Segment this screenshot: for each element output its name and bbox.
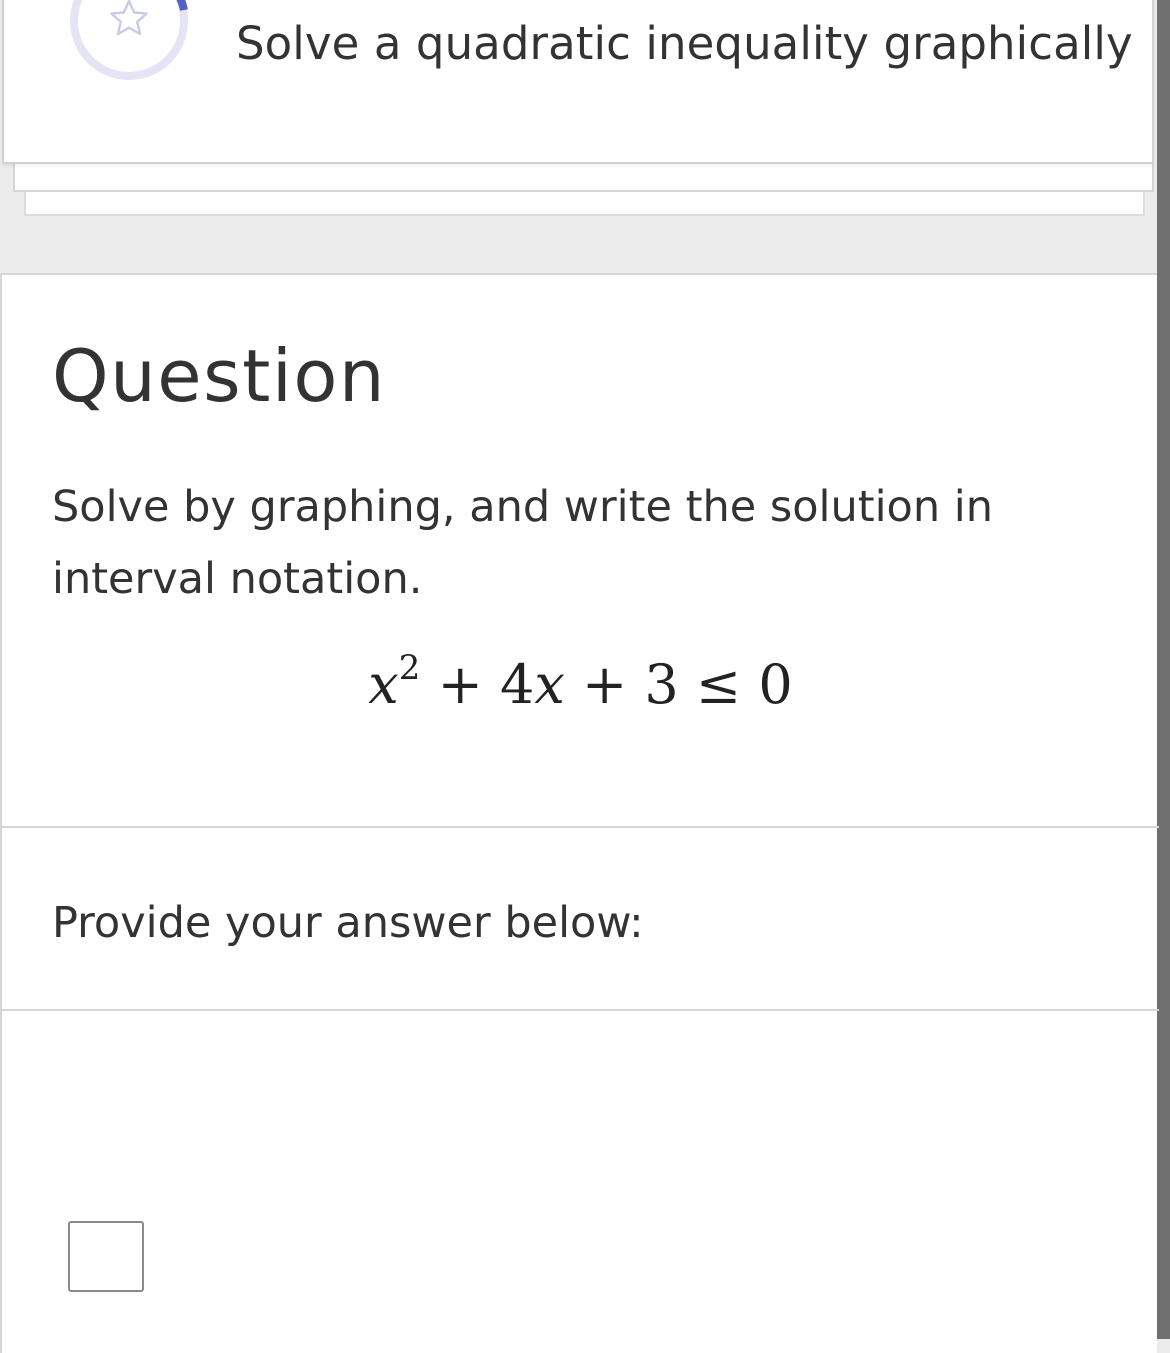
answer-input[interactable] — [68, 1221, 144, 1292]
inequality-equation: x2 + 4x + 3 ≤ 0 — [2, 651, 1159, 716]
topic-card: Solve a quadratic inequality graphically — [2, 0, 1154, 164]
answer-prompt: Provide your answer below: — [52, 898, 644, 948]
question-heading: Question — [52, 334, 387, 418]
question-instruction: Solve by graphing, and write the solutio… — [52, 482, 993, 604]
topic-title: Solve a quadratic inequality graphically — [236, 17, 1133, 70]
section-divider — [2, 1009, 1159, 1011]
section-divider — [2, 826, 1159, 828]
progress-ring — [70, 0, 188, 80]
equation-exponent: 2 — [398, 648, 421, 688]
equation-middle: + 4 — [420, 653, 535, 716]
equation-tail: + 3 ≤ 0 — [564, 653, 793, 716]
question-card: Question Solve by graphing, and write th… — [0, 273, 1159, 1353]
star-icon — [110, 0, 148, 36]
equation-variable-2: x — [534, 653, 565, 716]
equation-variable: x — [368, 653, 399, 716]
